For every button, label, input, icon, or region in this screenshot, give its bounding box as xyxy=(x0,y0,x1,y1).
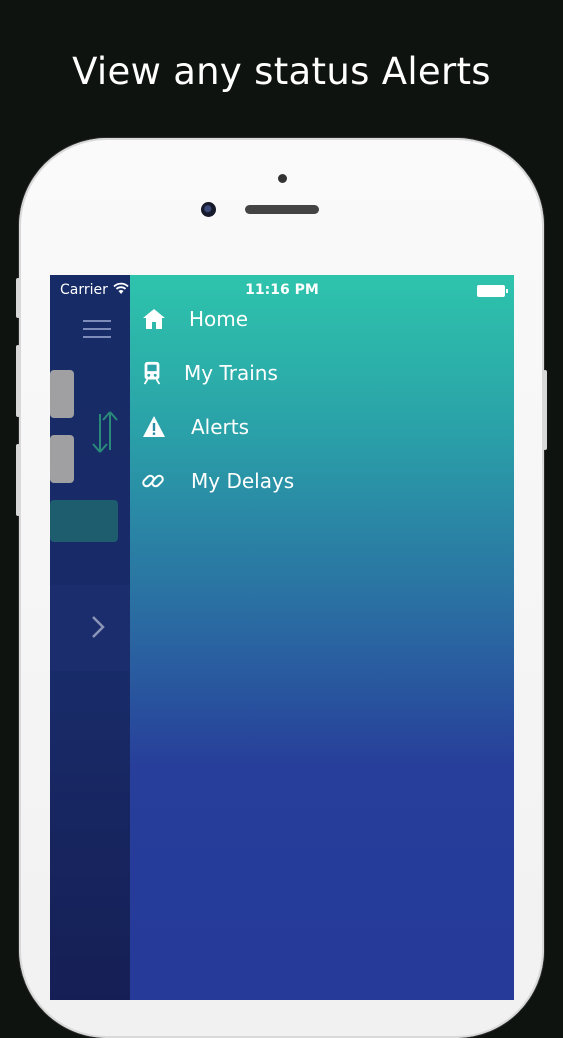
earpiece-speaker xyxy=(245,205,319,214)
swap-arrows-icon[interactable] xyxy=(88,408,120,456)
origin-station-card[interactable] xyxy=(50,370,74,418)
phone-volume-down xyxy=(16,444,20,516)
front-camera xyxy=(201,202,216,217)
status-time: 11:16 PM xyxy=(245,282,319,298)
battery-icon xyxy=(477,285,508,297)
drawer-item-label: My Trains xyxy=(184,361,278,385)
drawer-item-label: My Delays xyxy=(191,469,295,493)
phone-power-button xyxy=(543,370,547,450)
hamburger-menu-icon[interactable] xyxy=(83,320,111,344)
status-bar: Carrier 11:16 PM xyxy=(50,275,514,305)
promo-title: View any status Alerts xyxy=(72,50,491,93)
home-icon xyxy=(143,309,165,329)
phone-screen: Home My Trains Alerts My Delays Carrier … xyxy=(50,275,514,1000)
journey-row[interactable] xyxy=(50,585,130,671)
drawer-item-label: Home xyxy=(189,307,249,331)
drawer-item-my-trains[interactable]: My Trains xyxy=(130,351,514,395)
drawer-item-my-delays[interactable]: My Delays xyxy=(130,459,514,503)
phone-volume-up xyxy=(16,345,20,417)
side-drawer: Home My Trains Alerts My Delays xyxy=(130,275,514,1000)
destination-station-card[interactable] xyxy=(50,435,74,483)
main-view-edge xyxy=(50,275,130,1000)
chevron-right-icon xyxy=(92,616,105,638)
phone-mute-switch xyxy=(16,278,20,318)
drawer-item-label: Alerts xyxy=(191,415,250,439)
train-icon xyxy=(143,361,161,385)
alert-icon xyxy=(143,416,165,437)
link-icon xyxy=(142,474,164,488)
search-button[interactable] xyxy=(50,500,118,542)
front-sensor xyxy=(278,174,287,183)
drawer-item-alerts[interactable]: Alerts xyxy=(130,405,514,449)
